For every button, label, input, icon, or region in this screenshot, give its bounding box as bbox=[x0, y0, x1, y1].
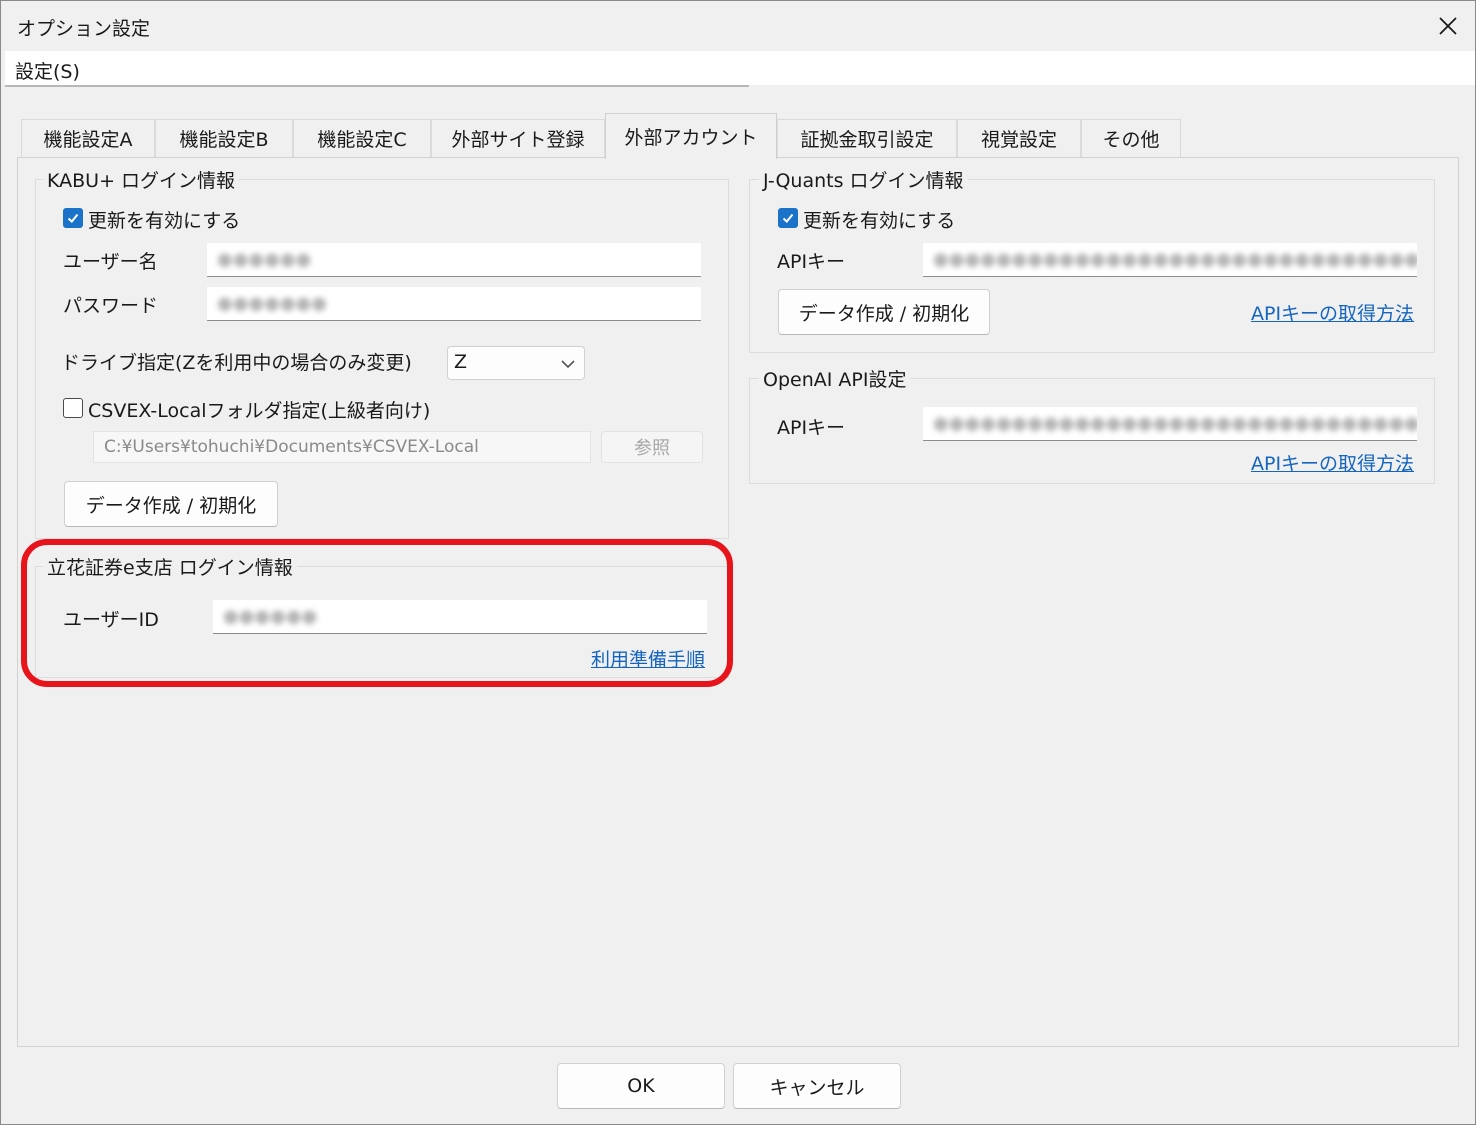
jquants-apikey-label: APIキー bbox=[777, 251, 846, 273]
jquants-enable-checkbox[interactable] bbox=[778, 208, 798, 228]
cancel-button[interactable]: キャンセル bbox=[733, 1063, 901, 1109]
drive-select-value: Z bbox=[454, 351, 468, 373]
drive-select[interactable]: Z bbox=[447, 346, 585, 380]
tab-margin-trading[interactable]: 証拠金取引設定 bbox=[777, 119, 957, 157]
chevron-down-icon bbox=[561, 360, 575, 369]
tab-external-sites[interactable]: 外部サイト登録 bbox=[431, 119, 605, 157]
close-icon bbox=[1439, 17, 1457, 35]
csvex-folder-path-input: C:¥Users¥tohuchi¥Documents¥CSVEX-Local bbox=[93, 431, 591, 463]
tab-function-c[interactable]: 機能設定C bbox=[293, 119, 431, 157]
tab-other[interactable]: その他 bbox=[1081, 119, 1181, 157]
menu-divider bbox=[5, 85, 749, 87]
kabu-password-label: パスワード bbox=[63, 295, 159, 317]
tachibana-guide-link[interactable]: 利用準備手順 bbox=[591, 645, 705, 672]
kabu-init-button[interactable]: データ作成 / 初期化 bbox=[64, 481, 278, 527]
tachibana-userid-input[interactable]: ●●●●●● bbox=[213, 600, 707, 634]
options-dialog: オプション設定 設定(S) 機能設定A 機能設定B 機能設定C 外部サイト登録 … bbox=[0, 0, 1476, 1125]
check-icon bbox=[782, 213, 794, 223]
kabu-username-label: ユーザー名 bbox=[63, 251, 158, 273]
jquants-apikey-input[interactable]: ●●●●●●●●●●●●●●●●●●●●●●●●●●●●●●●●●●●●●● bbox=[923, 243, 1417, 277]
openai-apikey-value: ●●●●●●●●●●●●●●●●●●●●●●●●●●●●●●●●●●●●●● bbox=[933, 413, 1417, 434]
menu-bar: 設定(S) bbox=[5, 51, 1475, 85]
tab-function-b[interactable]: 機能設定B bbox=[155, 119, 293, 157]
title-bar: オプション設定 bbox=[1, 1, 1475, 51]
openai-apikey-link[interactable]: APIキーの取得方法 bbox=[1251, 449, 1414, 476]
browse-button: 参照 bbox=[601, 431, 703, 463]
check-icon bbox=[67, 213, 79, 223]
drive-label: ドライブ指定(Zを利用中の場合のみ変更) bbox=[61, 352, 412, 374]
kabu-password-input[interactable]: ●●●●●●● bbox=[207, 287, 701, 321]
openai-apikey-input[interactable]: ●●●●●●●●●●●●●●●●●●●●●●●●●●●●●●●●●●●●●● bbox=[923, 407, 1417, 441]
kabu-password-value: ●●●●●●● bbox=[217, 293, 327, 314]
csvex-folder-checkbox[interactable] bbox=[63, 398, 83, 418]
jquants-init-button[interactable]: データ作成 / 初期化 bbox=[778, 289, 990, 335]
menu-settings[interactable]: 設定(S) bbox=[15, 57, 80, 84]
tab-visual[interactable]: 視覚設定 bbox=[957, 119, 1081, 157]
jquants-apikey-value: ●●●●●●●●●●●●●●●●●●●●●●●●●●●●●●●●●●●●●● bbox=[933, 249, 1417, 270]
openai-group-title: OpenAI API設定 bbox=[759, 365, 911, 392]
window-title: オプション設定 bbox=[17, 18, 151, 40]
kabu-enable-label: 更新を有効にする bbox=[88, 210, 241, 232]
tachibana-group-title: 立花証券e支店 ログイン情報 bbox=[43, 553, 297, 580]
close-button[interactable] bbox=[1421, 3, 1475, 49]
tachibana-userid-label: ユーザーID bbox=[63, 609, 159, 631]
tab-function-a[interactable]: 機能設定A bbox=[21, 119, 155, 157]
csvex-folder-label: CSVEX-Localフォルダ指定(上級者向け) bbox=[88, 400, 431, 422]
kabu-enable-checkbox[interactable] bbox=[63, 208, 83, 228]
tachibana-userid-value: ●●●●●● bbox=[223, 606, 318, 627]
kabu-group-title: KABU+ ログイン情報 bbox=[43, 166, 240, 193]
jquants-enable-label: 更新を有効にする bbox=[803, 210, 956, 232]
kabu-username-value: ●●●●●● bbox=[217, 249, 312, 270]
tab-external-accounts[interactable]: 外部アカウント bbox=[605, 113, 777, 159]
jquants-apikey-link[interactable]: APIキーの取得方法 bbox=[1251, 299, 1414, 326]
kabu-username-input[interactable]: ●●●●●● bbox=[207, 243, 701, 277]
jquants-group-title: J-Quants ログイン情報 bbox=[759, 166, 968, 193]
openai-apikey-label: APIキー bbox=[777, 417, 846, 439]
ok-button[interactable]: OK bbox=[557, 1063, 725, 1109]
